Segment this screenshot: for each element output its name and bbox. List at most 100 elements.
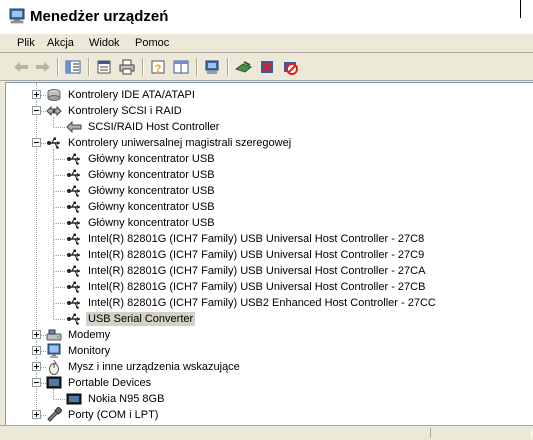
toolbar-separator <box>227 58 229 76</box>
collapse-icon[interactable] <box>32 378 41 387</box>
tree-node-label[interactable]: Główny koncentrator USB <box>86 200 217 214</box>
tree-node-label[interactable]: Intel(R) 82801G (ICH7 Family) USB Univer… <box>86 280 427 294</box>
tree-node-label[interactable]: Porty (COM i LPT) <box>66 408 160 422</box>
tree-connector-line <box>54 271 65 272</box>
tree-node-label[interactable]: Główny koncentrator USB <box>86 184 217 198</box>
tree-node-label[interactable]: Intel(R) 82801G (ICH7 Family) USB Univer… <box>86 232 426 246</box>
tree-node-label[interactable]: Główny koncentrator USB <box>86 152 217 166</box>
expand-icon[interactable] <box>32 346 41 355</box>
menu-action[interactable]: Akcja <box>45 35 76 51</box>
tree-node-label[interactable]: Modemy <box>66 328 112 342</box>
menu-file[interactable]: Plik <box>15 35 37 51</box>
back-arrow-icon[interactable] <box>11 57 31 77</box>
tree-node-label[interactable]: Główny koncentrator USB <box>86 216 217 230</box>
svg-text:?: ? <box>155 63 162 75</box>
device-tree[interactable]: Kontrolery IDE ATA/ATAPI Kontrolery SCSI … <box>5 82 533 426</box>
tree-connector-line <box>54 239 65 240</box>
tree-node-label[interactable]: Mysz i inne urządzenia wskazujące <box>66 360 242 374</box>
usb-icon <box>66 167 82 183</box>
expand-icon[interactable] <box>32 90 41 99</box>
expand-icon[interactable] <box>32 410 41 419</box>
usb-icon <box>66 279 82 295</box>
uninstall-icon[interactable] <box>257 57 277 77</box>
scsi-device-icon <box>66 119 82 135</box>
tree-node-label[interactable]: Kontrolery uniwersalnej magistrali szere… <box>66 136 293 150</box>
usb-icon <box>66 247 82 263</box>
tree-connector-line <box>54 191 65 192</box>
tree-row[interactable]: Intel(R) 82801G (ICH7 Family) USB Univer… <box>6 279 533 295</box>
tree-row[interactable]: Główny koncentrator USB <box>6 167 533 183</box>
tree-node-label[interactable]: SCSI/RAID Host Controller <box>86 120 221 134</box>
tree-row[interactable]: Główny koncentrator USB <box>6 183 533 199</box>
title-bar[interactable]: Menedżer urządzeń <box>0 0 533 35</box>
tree-node-label[interactable]: Portable Devices <box>66 376 153 390</box>
usb-icon <box>66 151 82 167</box>
device-manager-icon <box>9 8 25 24</box>
menu-divider <box>0 52 533 53</box>
tree-row[interactable]: Intel(R) 82801G (ICH7 Family) USB Univer… <box>6 247 533 263</box>
scsi-controller-icon <box>46 103 62 119</box>
show-hide-console-tree-icon[interactable] <box>63 57 83 77</box>
portable-device-icon <box>66 391 82 407</box>
tree-node-label[interactable]: Kontrolery IDE ATA/ATAPI <box>66 88 197 102</box>
tree-row[interactable]: USB Serial Converter <box>6 311 533 327</box>
tree-node-label[interactable]: Intel(R) 82801G (ICH7 Family) USB Univer… <box>86 248 426 262</box>
tree-connector-line <box>54 319 65 320</box>
tree-node-label-selected[interactable]: USB Serial Converter <box>86 312 196 326</box>
tree-row[interactable]: Mysz i inne urządzenia wskazujące <box>6 359 533 375</box>
tree-node-label[interactable]: Intel(R) 82801G (ICH7 Family) USB Univer… <box>86 264 427 278</box>
tree-node-label[interactable]: Nokia N95 8GB <box>86 392 166 406</box>
mouse-icon <box>46 359 62 375</box>
details-view-icon[interactable] <box>171 57 191 77</box>
tree-row[interactable]: Porty (COM i LPT) <box>6 406 533 423</box>
usb-icon <box>66 263 82 279</box>
scan-hardware-icon[interactable] <box>202 57 222 77</box>
expand-icon[interactable] <box>32 362 41 371</box>
tree-row[interactable]: Intel(R) 82801G (ICH7 Family) USB Univer… <box>6 263 533 279</box>
device-manager-window: Menedżer urządzeń Plik Akcja Widok Pomoc… <box>0 0 533 440</box>
tree-node-label[interactable]: Monitory <box>66 344 112 358</box>
toolbar-separator <box>57 58 59 76</box>
tree-row[interactable]: Kontrolery uniwersalnej magistrali szere… <box>6 135 533 151</box>
menu-help[interactable]: Pomoc <box>133 35 171 51</box>
tree-connector-line <box>54 303 65 304</box>
tree-row[interactable]: Monitory <box>6 343 533 359</box>
tree-row[interactable]: Główny koncentrator USB <box>6 215 533 231</box>
tree-node-label[interactable]: Główny koncentrator USB <box>86 168 217 182</box>
tree-row[interactable]: Główny koncentrator USB <box>6 151 533 167</box>
modem-icon <box>46 327 62 343</box>
tree-row[interactable]: Kontrolery SCSI i RAID <box>6 103 533 119</box>
menu-view[interactable]: Widok <box>87 35 122 51</box>
usb-icon <box>66 231 82 247</box>
tree-row[interactable]: Modemy <box>6 327 533 343</box>
help-icon[interactable]: ? <box>148 57 168 77</box>
monitor-icon <box>46 343 62 359</box>
tree-row[interactable]: Główny koncentrator USB <box>6 199 533 215</box>
usb-icon <box>66 215 82 231</box>
tree-connector-line <box>54 207 65 208</box>
tree-row[interactable]: Intel(R) 82801G (ICH7 Family) USB Univer… <box>6 231 533 247</box>
print-icon[interactable] <box>117 57 137 77</box>
tree-row[interactable]: Kontrolery IDE ATA/ATAPI <box>6 87 533 103</box>
collapse-icon[interactable] <box>32 106 41 115</box>
tree-row[interactable]: SCSI/RAID Host Controller <box>6 119 533 135</box>
tree-row[interactable]: Portable Devices <box>6 375 533 391</box>
tree-node-label[interactable]: Kontrolery SCSI i RAID <box>66 104 184 118</box>
collapse-icon[interactable] <box>32 138 41 147</box>
status-pane <box>430 428 532 438</box>
tree-connector-line <box>54 223 65 224</box>
usb-icon <box>66 199 82 215</box>
tree-node-label[interactable]: Intel(R) 82801G (ICH7 Family) USB2 Enhan… <box>86 296 438 310</box>
usb-icon <box>66 311 82 327</box>
expand-icon[interactable] <box>32 330 41 339</box>
properties-icon[interactable] <box>94 57 114 77</box>
toolbar: ? <box>0 54 533 81</box>
tree-connector-line <box>54 399 65 400</box>
tree-row[interactable]: Nokia N95 8GB <box>6 391 533 407</box>
update-driver-icon[interactable] <box>234 57 254 77</box>
tree-row[interactable]: Intel(R) 82801G (ICH7 Family) USB2 Enhan… <box>6 295 533 311</box>
forward-arrow-icon[interactable] <box>33 57 53 77</box>
status-bar <box>0 425 533 440</box>
disable-icon[interactable] <box>280 57 300 77</box>
window-edge <box>520 0 525 18</box>
